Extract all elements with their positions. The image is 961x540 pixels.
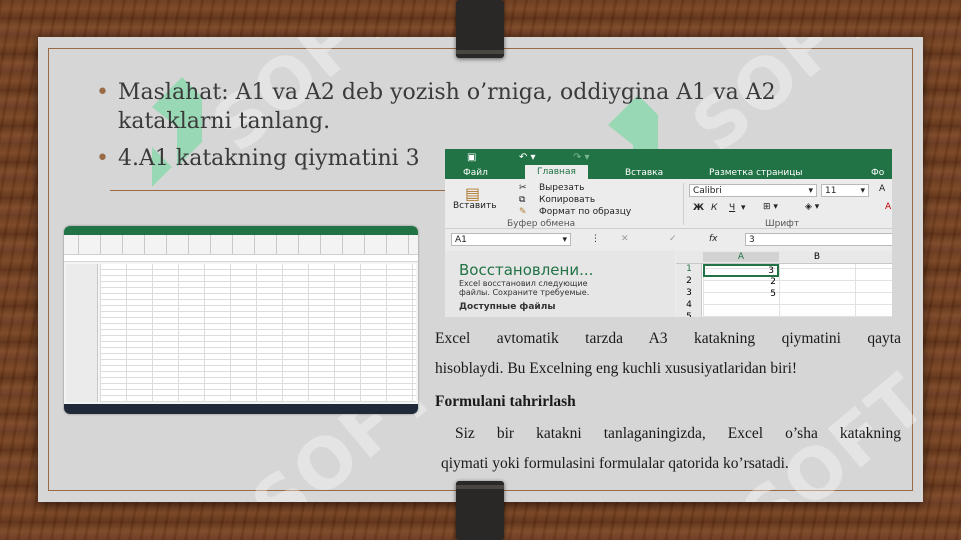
row-header[interactable]: 4 [676,300,702,310]
paragraph-line: hisoblaydi. Bu Excelning eng kuchli xusu… [435,360,798,377]
font-size-value: 11 [825,186,837,196]
font-size-select[interactable]: 11 ▾ [821,184,869,197]
row-headers: 1 2 3 4 5 [676,264,702,317]
workbook-area: Восстановлени... Excel восстановил следу… [445,251,892,317]
tab-page-layout[interactable]: Разметка страницы [709,168,803,178]
excel-ribbon [64,235,418,255]
recovery-line: Excel восстановил следующие [459,279,588,288]
tab-formulas[interactable]: Фо [871,168,884,178]
cell-a1[interactable]: 3 [703,264,779,277]
chevron-down-icon: ▾ [808,186,813,196]
excel-formula-bar [64,255,418,262]
chevron-down-icon: ▾ [860,186,865,196]
excel-screenshot-large: ▣ ↶ ▾ ↷ ▾ Файл Главная Вставка Разметка … [445,149,892,317]
worksheet[interactable]: A B 1 2 3 4 5 3 2 5 [676,251,892,317]
grow-font-icon[interactable]: A [879,184,885,194]
italic-button[interactable]: К [711,203,717,213]
row-header[interactable]: 3 [676,288,702,298]
bold-button[interactable]: Ж [693,203,704,213]
recovery-description: Excel восстановил следующие файлы. Сохра… [459,279,589,297]
paragraph-line: qiymati yoki formulasini formulalar qato… [441,455,789,472]
fill-color-icon[interactable]: ◈ ▾ [805,202,819,212]
insert-function-button[interactable]: fx [709,234,718,244]
column-header-a[interactable]: A [703,252,779,262]
excel-grid [100,264,416,402]
tab-file[interactable]: Файл [463,168,488,178]
clipboard-group-label: Буфер обмена [507,219,576,229]
underline-button[interactable]: Ч [729,203,735,213]
divider [110,190,450,191]
save-icon[interactable]: ▣ [467,152,476,163]
bullet-text: 4.A1 katakning qiymatini 3 [118,146,420,171]
paragraph-line: Siz bir katakni tanlaganingizda, Excel o… [455,425,901,442]
cut-button[interactable]: Вырезать [539,183,584,193]
tab-home[interactable]: Главная [525,165,588,179]
recovery-line: файлы. Сохраните требуемые. [459,288,590,297]
group-separator [683,183,684,225]
font-name-select[interactable]: Calibri ▾ [689,184,817,197]
enter-icon[interactable]: ✓ [669,234,677,244]
row-header[interactable]: 2 [676,276,702,286]
copy-button[interactable]: Копировать [539,195,595,205]
description-text: Excel avtomatik tarzda A3 katakning qiym… [435,322,901,481]
chevron-down-icon: ▾ [562,235,567,245]
cell-a3[interactable]: 5 [703,289,779,299]
formula-input[interactable]: 3 [745,233,892,246]
column-headers: A B [676,251,892,264]
paragraph-line: Excel avtomatik tarzda A3 katakning qiym… [435,330,901,347]
binder-clip-bottom [456,481,504,540]
font-group-label: Шрифт [765,219,800,229]
row-header[interactable]: 5 [676,312,702,317]
ribbon-home: ▤ Вставить ✂ Вырезать ⧉ Копировать ✎ Фор… [445,179,892,229]
available-files-label: Доступные файлы [459,302,556,312]
name-box[interactable]: A1 ▾ [451,233,571,246]
column-header-b[interactable]: B [779,252,855,262]
undo-icon[interactable]: ↶ ▾ [519,152,536,163]
redo-icon[interactable]: ↷ ▾ [573,152,590,163]
chevron-down-icon[interactable]: ▾ [741,203,746,213]
formula-value: 3 [749,235,755,245]
bullet-dot-icon: • [96,80,109,105]
bullet-item: • Maslahat: A1 va A2 deb yozish o’rniga,… [96,78,856,136]
font-name-value: Calibri [693,186,722,196]
row-header[interactable]: 1 [676,264,702,274]
binder-clip-top [456,0,504,58]
recovery-title: Восстановлени... [459,261,594,279]
cut-icon[interactable]: ✂ [519,183,527,193]
name-box-value: A1 [455,235,467,245]
formula-bar: A1 ▾ ⋮ ✕ ✓ fx 3 [445,229,892,251]
cell-a2[interactable]: 2 [703,277,779,287]
section-heading: Formulani tahrirlash [435,393,576,410]
more-icon: ⋮ [591,234,600,244]
format-painter-icon[interactable]: ✎ [519,207,527,217]
excel-title-bar [64,226,418,235]
cancel-icon[interactable]: ✕ [621,234,629,244]
ribbon-tabs: ▣ ↶ ▾ ↷ ▾ Файл Главная Вставка Разметка … [445,149,892,179]
paste-button[interactable]: Вставить [453,201,497,211]
excel-screenshot-small [64,226,418,414]
excel-recovery-pane [66,264,98,402]
font-color-icon[interactable]: A [885,202,891,212]
copy-icon[interactable]: ⧉ [519,195,525,205]
bullet-dot-icon: • [96,146,109,171]
tab-insert[interactable]: Вставка [625,168,663,178]
bullet-text: Maslahat: A1 va A2 deb yozish o’rniga, o… [118,80,776,134]
taskbar [64,404,418,414]
format-painter-button[interactable]: Формат по образцу [539,207,631,217]
borders-icon[interactable]: ⊞ ▾ [763,202,778,212]
document-recovery-pane: Восстановлени... Excel восстановил следу… [445,251,675,317]
